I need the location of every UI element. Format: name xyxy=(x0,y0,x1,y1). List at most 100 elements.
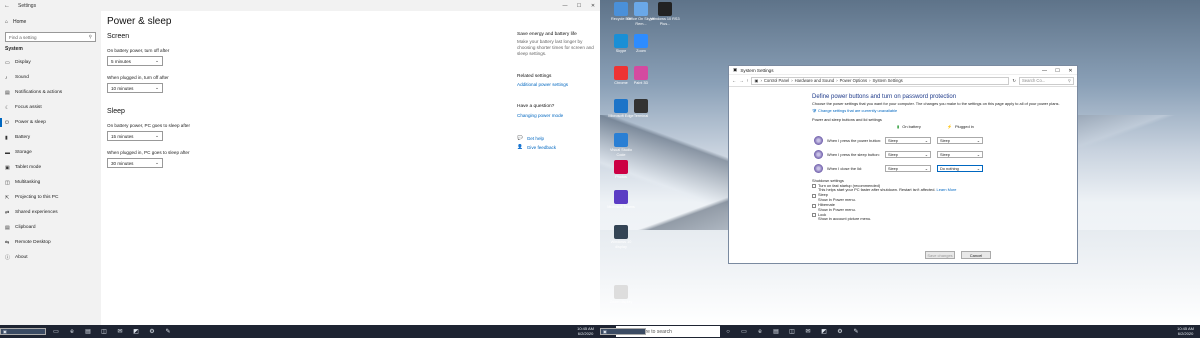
desktop-icon[interactable]: Zoom display xyxy=(606,285,636,305)
sidebar-item[interactable]: ▭ Display xyxy=(0,55,101,70)
desktop-icon[interactable]: Microsoft Edge xyxy=(606,99,636,119)
plugged-select[interactable]: Sleep ⌄ xyxy=(937,136,983,144)
sidebar-item[interactable]: ▤ Notifications & actions xyxy=(0,85,101,100)
sidebar-item[interactable]: ⇆ Remote Desktop xyxy=(0,235,101,250)
plugged-select[interactable]: Do nothing ⌄ xyxy=(937,164,983,172)
learn-more-link[interactable]: Learn More xyxy=(937,187,957,192)
paint-icon[interactable]: ✎ xyxy=(160,325,176,338)
give-feedback-link[interactable]: 👤 Give feedback xyxy=(517,144,597,150)
desktop-icon[interactable]: Microsoft Teams xyxy=(606,190,636,210)
save-changes-button[interactable]: Save changes xyxy=(925,251,955,259)
gear-icon[interactable]: ⚙ xyxy=(832,325,848,338)
minimize-button[interactable]: — xyxy=(1038,66,1051,75)
breadcrumb-item[interactable]: Hardware and Sound xyxy=(795,78,835,83)
app-icon[interactable]: ◩ xyxy=(816,325,832,338)
get-help-link[interactable]: 💬 Get help xyxy=(517,135,597,141)
control-panel-search[interactable]: Search Co... ⚲ xyxy=(1019,76,1074,85)
hibernate-option[interactable]: Hibernate Show in Power menu. xyxy=(812,203,1072,212)
task-view-icon[interactable]: ▭ xyxy=(736,325,752,338)
sidebar-item[interactable]: ⓘ About xyxy=(0,250,101,265)
maximize-button[interactable]: ☐ xyxy=(1051,66,1064,75)
sidebar-item[interactable]: ♪ Sound xyxy=(0,70,101,85)
desktop-icon[interactable]: Paint 3D xyxy=(626,66,656,86)
desktop-icon[interactable]: Windows 10 RS3 Plus... xyxy=(650,2,680,26)
fast-startup-checkbox[interactable] xyxy=(812,183,816,188)
screen-plugged-dropdown[interactable]: 10 minutes ⌄ xyxy=(107,83,163,93)
up-arrow-icon[interactable]: ↑ xyxy=(746,78,748,83)
forward-arrow-icon[interactable]: → xyxy=(739,78,743,83)
settings-taskbar-icon[interactable]: ▣ xyxy=(0,328,46,335)
refresh-icon[interactable]: ↻ xyxy=(1012,78,1016,83)
change-settings-link[interactable]: 🛡 Change settings that are currently una… xyxy=(812,108,1072,113)
close-button[interactable]: ✕ xyxy=(1064,66,1077,75)
search-icon: ⚲ xyxy=(1067,78,1071,83)
sidebar-item[interactable]: ▣ Tablet mode xyxy=(0,160,101,175)
sleep-option[interactable]: Sleep Show in Power menu. xyxy=(812,193,1072,202)
store-icon[interactable]: ◫ xyxy=(96,325,112,338)
hibernate-checkbox[interactable] xyxy=(812,203,816,208)
folder-icon[interactable]: ▤ xyxy=(768,325,784,338)
additional-power-link[interactable]: Additional power settings xyxy=(517,82,597,87)
store-icon[interactable]: ◫ xyxy=(784,325,800,338)
gear-icon[interactable]: ⚙ xyxy=(144,325,160,338)
sleep-battery-dropdown[interactable]: 15 minutes ⌄ xyxy=(107,131,163,141)
lock-checkbox[interactable] xyxy=(812,213,816,218)
app-icon[interactable]: ◩ xyxy=(128,325,144,338)
sidebar-item[interactable]: ◫ Multitasking xyxy=(0,175,101,190)
desktop-icon[interactable]: Visual Studio Code xyxy=(606,133,636,157)
right-clock[interactable]: 10:45 AM 6/2/2020 xyxy=(1177,326,1194,336)
battery-select[interactable]: Sleep ⌄ xyxy=(885,136,931,144)
battery-select[interactable]: Sleep ⌄ xyxy=(885,164,931,172)
battery-select[interactable]: Sleep ⌄ xyxy=(885,150,931,158)
edge-icon[interactable]: e xyxy=(64,325,80,338)
sidebar-item[interactable]: ⇱ Projecting to this PC xyxy=(0,190,101,205)
lock-option[interactable]: Lock Show in account picture menu. xyxy=(812,212,1072,222)
screen-battery-dropdown[interactable]: 5 minutes ⌄ xyxy=(107,56,163,66)
sleep-checkbox[interactable] xyxy=(812,193,816,198)
mail-icon[interactable]: ✉ xyxy=(800,325,816,338)
desktop-icon[interactable]: Zoom xyxy=(626,34,656,54)
sleep-plugged-dropdown[interactable]: 30 minutes ⌄ xyxy=(107,158,163,168)
sidebar-item[interactable]: ▤ Clipboard xyxy=(0,220,101,235)
cortana-icon[interactable]: ○ xyxy=(720,325,736,338)
mail-icon[interactable]: ✉ xyxy=(112,325,128,338)
left-monitor: ← Settings — ☐ ✕ ⌂ Home Find a setting ⚲… xyxy=(0,0,600,338)
sidebar-item[interactable]: ⇄ Shared experiences xyxy=(0,205,101,220)
changing-power-mode-link[interactable]: Changing power mode xyxy=(517,113,597,118)
breadcrumb-item[interactable]: System Settings xyxy=(872,78,902,83)
breadcrumb-item[interactable]: Power Options xyxy=(840,78,867,83)
left-clock[interactable]: 10:45 AM 6/2/2020 xyxy=(577,326,594,336)
close-button[interactable]: ✕ xyxy=(586,0,600,11)
sidebar-item[interactable]: ⏻ Power & sleep xyxy=(0,115,101,130)
related-settings: Related settings Additional power settin… xyxy=(517,74,597,87)
edge-icon[interactable]: e xyxy=(752,325,768,338)
desktop-icon[interactable]: Photos xyxy=(606,160,636,180)
sidebar-item-icon: ▤ xyxy=(5,89,10,96)
fast-startup-option[interactable]: Turn on fast startup (recommended) This … xyxy=(812,183,1072,193)
task-view-icon[interactable]: ▭ xyxy=(48,325,64,338)
control-panel-taskbar-icon[interactable]: ▣ xyxy=(600,328,646,335)
folder-icon[interactable]: ▤ xyxy=(80,325,96,338)
minimize-button[interactable]: — xyxy=(558,0,572,11)
laptop-lid-icon xyxy=(814,163,823,173)
get-help-label: Get help xyxy=(526,135,545,141)
maximize-button[interactable]: ☐ xyxy=(572,0,586,11)
shield-icon: 🛡 xyxy=(812,107,817,113)
back-arrow-icon[interactable]: ← xyxy=(0,3,14,9)
breadcrumb-separator: › xyxy=(760,78,762,83)
desktop-icon[interactable]: Windows 10 display xyxy=(606,225,636,249)
sidebar-item[interactable]: ☾ Focus assist xyxy=(0,100,101,115)
sidebar-item[interactable]: ▮ Battery xyxy=(0,130,101,145)
back-arrow-icon[interactable]: ← xyxy=(732,78,736,83)
search-input[interactable]: Find a setting ⚲ xyxy=(5,32,96,42)
cancel-button[interactable]: Cancel xyxy=(961,251,991,259)
paint-icon[interactable]: ✎ xyxy=(848,325,864,338)
sidebar-section-title: System xyxy=(5,46,23,52)
plugged-select[interactable]: Sleep ⌄ xyxy=(937,150,983,158)
chevron-down-icon: ⌄ xyxy=(155,85,159,90)
breadcrumb[interactable]: ▣ › Control Panel › Hardware and Sound › Power… xyxy=(751,76,1010,85)
breadcrumb-item[interactable]: Control Panel xyxy=(764,78,789,83)
sidebar-home[interactable]: ⌂ Home xyxy=(0,16,101,27)
sidebar-item[interactable]: ▬ Storage xyxy=(0,145,101,160)
fast-startup-desc: This helps start your PC faster after sh… xyxy=(818,187,936,192)
